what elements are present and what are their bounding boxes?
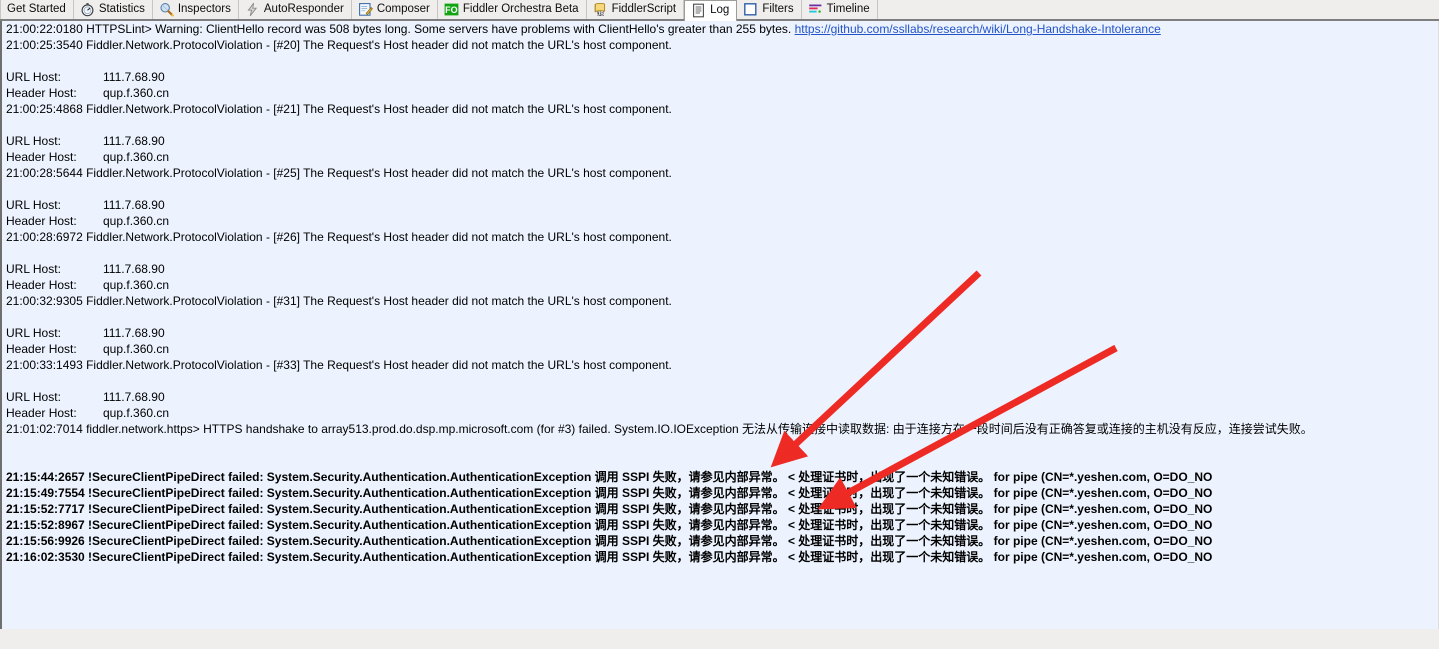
log-header-pair: Header Host: qup.f.360.cn xyxy=(6,149,1438,165)
log-header-pair: URL Host: 111.7.68.90 xyxy=(6,325,1438,341)
log-blank-line xyxy=(6,117,1438,133)
fiddler-tab-strip: Get Started Statistics Inspectors AutoRe… xyxy=(0,0,1439,21)
log-header-pair: Header Host: qup.f.360.cn xyxy=(6,405,1438,421)
tab-get-started[interactable]: Get Started xyxy=(0,0,74,19)
log-header-pair: URL Host: 111.7.68.90 xyxy=(6,69,1438,85)
log-header-key: URL Host: xyxy=(6,70,61,84)
log-header-key: Header Host: xyxy=(6,342,77,356)
magnifier-icon xyxy=(159,2,174,17)
log-line-link[interactable]: https://github.com/ssllabs/research/wiki… xyxy=(795,22,1161,36)
log-error-line: 21:15:52:8967 !SecureClientPipeDirect fa… xyxy=(6,518,1213,532)
tab-statistics[interactable]: Statistics xyxy=(73,0,153,19)
log-blank-line xyxy=(6,453,1438,469)
tab-label: Log xyxy=(710,3,730,16)
tab-label: Inspectors xyxy=(177,3,231,15)
window-bottom-strip xyxy=(0,629,1439,647)
log-header-value: qup.f.360.cn xyxy=(103,150,170,164)
log-header-pair: URL Host: 111.7.68.90 xyxy=(6,133,1438,149)
tab-timeline[interactable]: Timeline xyxy=(801,0,878,19)
tab-label: Statistics xyxy=(98,3,145,15)
tab-filters[interactable]: Filters xyxy=(737,0,802,19)
log-header-key: URL Host: xyxy=(6,134,61,148)
tab-label: Timeline xyxy=(826,3,870,15)
script-js-icon: JS xyxy=(593,2,608,17)
log-line: 21:00:28:6972 Fiddler.Network.ProtocolVi… xyxy=(6,230,672,244)
log-line-text: 21:00:22:0180 HTTPSLint> Warning: Client… xyxy=(6,22,795,36)
log-header-key: Header Host: xyxy=(6,214,77,228)
log-header-pair: URL Host: 111.7.68.90 xyxy=(6,197,1438,213)
log-header-value: 111.7.68.90 xyxy=(103,262,165,276)
log-blank-line xyxy=(6,373,1438,389)
stopwatch-icon xyxy=(80,2,95,17)
svg-text:FO: FO xyxy=(445,5,458,15)
log-header-value: 111.7.68.90 xyxy=(103,390,165,404)
log-line: 21:00:33:1493 Fiddler.Network.ProtocolVi… xyxy=(6,358,672,372)
log-header-pair: URL Host: 111.7.68.90 xyxy=(6,261,1438,277)
tab-label: AutoResponder xyxy=(263,3,344,15)
log-header-key: URL Host: xyxy=(6,198,61,212)
log-line: 21:00:25:3540 Fiddler.Network.ProtocolVi… xyxy=(6,38,672,52)
log-header-pair: Header Host: qup.f.360.cn xyxy=(6,341,1438,357)
tab-label: Get Started xyxy=(7,3,66,15)
log-header-key: URL Host: xyxy=(6,326,61,340)
tab-composer[interactable]: Composer xyxy=(351,0,438,19)
log-error-line: 21:15:56:9926 !SecureClientPipeDirect fa… xyxy=(6,534,1213,548)
tab-inspectors[interactable]: Inspectors xyxy=(152,0,239,19)
tab-label: Fiddler Orchestra Beta xyxy=(462,3,579,15)
log-error-line: 21:16:02:3530 !SecureClientPipeDirect fa… xyxy=(6,550,1213,564)
log-blank-line xyxy=(6,437,1438,453)
log-line: 21:00:25:4868 Fiddler.Network.ProtocolVi… xyxy=(6,102,672,116)
tab-autoresponder[interactable]: AutoResponder xyxy=(238,0,352,19)
svg-text:JS: JS xyxy=(597,11,604,17)
log-line: 21:00:32:9305 Fiddler.Network.ProtocolVi… xyxy=(6,294,672,308)
timeline-icon xyxy=(808,2,823,17)
log-header-pair: URL Host: 111.7.68.90 xyxy=(6,389,1438,405)
log-line: 21:00:22:0180 HTTPSLint> Warning: Client… xyxy=(6,21,1438,37)
log-header-value: 111.7.68.90 xyxy=(103,198,165,212)
log-header-value: qup.f.360.cn xyxy=(103,86,170,100)
tab-label: Filters xyxy=(762,3,794,15)
log-header-value: 111.7.68.90 xyxy=(103,134,165,148)
log-line: 21:01:02:7014 fiddler.network.https> HTT… xyxy=(6,422,1313,436)
tab-label: FiddlerScript xyxy=(611,3,677,15)
tab-fiddlerscript[interactable]: JS FiddlerScript xyxy=(586,0,685,19)
log-error-line: 21:15:44:2657 !SecureClientPipeDirect fa… xyxy=(6,470,1213,484)
lightning-icon xyxy=(245,2,260,17)
notepad-pencil-icon xyxy=(358,2,373,17)
fo-badge-icon: FO xyxy=(444,2,459,17)
log-blank-line xyxy=(6,309,1438,325)
log-error-line: 21:15:49:7554 !SecureClientPipeDirect fa… xyxy=(6,486,1213,500)
log-error-line: 21:15:52:7717 !SecureClientPipeDirect fa… xyxy=(6,502,1213,516)
log-text-content[interactable]: 21:00:22:0180 HTTPSLint> Warning: Client… xyxy=(6,21,1438,565)
log-header-key: Header Host: xyxy=(6,150,77,164)
log-header-value: qup.f.360.cn xyxy=(103,342,170,356)
log-header-key: Header Host: xyxy=(6,278,77,292)
log-header-value: qup.f.360.cn xyxy=(103,406,170,420)
tab-label: Composer xyxy=(376,3,430,15)
log-header-key: URL Host: xyxy=(6,262,61,276)
filter-square-icon xyxy=(743,2,758,17)
log-header-value: qup.f.360.cn xyxy=(103,278,170,292)
log-pane[interactable]: 21:00:22:0180 HTTPSLint> Warning: Client… xyxy=(0,21,1439,629)
log-line: 21:00:28:5644 Fiddler.Network.ProtocolVi… xyxy=(6,166,672,180)
log-blank-line xyxy=(6,181,1438,197)
log-document-icon xyxy=(691,3,706,18)
log-header-value: 111.7.68.90 xyxy=(103,326,165,340)
log-header-key: Header Host: xyxy=(6,406,77,420)
log-blank-line xyxy=(6,53,1438,69)
tab-fiddler-orchestra-beta[interactable]: FO Fiddler Orchestra Beta xyxy=(437,0,587,19)
log-header-pair: Header Host: qup.f.360.cn xyxy=(6,277,1438,293)
log-header-value: 111.7.68.90 xyxy=(103,70,165,84)
log-header-value: qup.f.360.cn xyxy=(103,214,170,228)
log-header-pair: Header Host: qup.f.360.cn xyxy=(6,85,1438,101)
log-header-key: Header Host: xyxy=(6,86,77,100)
log-header-key: URL Host: xyxy=(6,390,61,404)
log-header-pair: Header Host: qup.f.360.cn xyxy=(6,213,1438,229)
tab-log[interactable]: Log xyxy=(684,0,738,21)
log-blank-line xyxy=(6,245,1438,261)
